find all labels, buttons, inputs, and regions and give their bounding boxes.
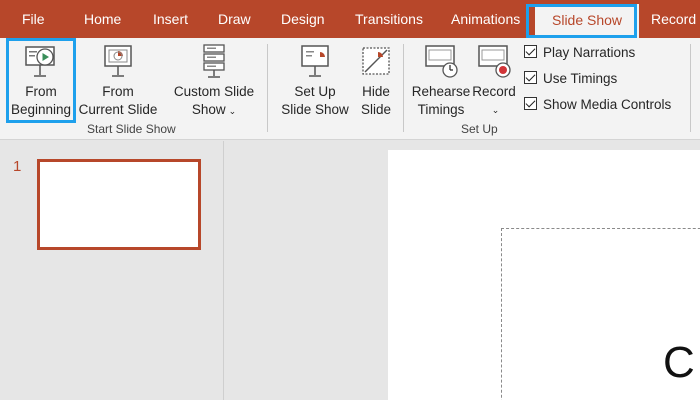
set-up-slide-show-icon bbox=[301, 45, 329, 77]
use-timings-checkbox[interactable]: Use Timings bbox=[524, 71, 617, 91]
chevron-down-icon[interactable]: ⌄ bbox=[475, 101, 516, 119]
slide-thumbnail[interactable] bbox=[37, 159, 201, 250]
presentation-play-icon bbox=[25, 46, 55, 77]
hide-slide-icon bbox=[362, 47, 390, 75]
from-current-label-1: From bbox=[102, 84, 134, 99]
tab-record[interactable]: Record bbox=[651, 0, 696, 38]
checkbox-checked-icon[interactable] bbox=[524, 45, 537, 58]
ribbon-panel: From Beginning From Current Slide Custom… bbox=[0, 38, 700, 140]
set-up-label-1: Set Up bbox=[294, 84, 336, 99]
slide-thumbnails-pane: 1 bbox=[0, 141, 224, 400]
rehearse-timings-button[interactable]: Rehearse Timings bbox=[410, 38, 472, 122]
record-icon bbox=[478, 45, 511, 78]
from-current-label-2: Current Slide bbox=[78, 102, 158, 117]
tab-design[interactable]: Design bbox=[281, 0, 325, 38]
hide-slide-label-2: Slide bbox=[360, 102, 392, 117]
button-separator bbox=[403, 44, 404, 132]
custom-slide-show-label-text: Show bbox=[191, 102, 226, 117]
tab-transitions[interactable]: Transitions bbox=[355, 0, 423, 38]
ribbon-tab-bar: File Home Insert Draw Design Transitions… bbox=[0, 0, 700, 38]
hide-slide-label-1: Hide bbox=[362, 84, 390, 99]
use-timings-label: Use Timings bbox=[543, 71, 618, 86]
tab-file[interactable]: File bbox=[22, 0, 45, 38]
slide-number: 1 bbox=[13, 158, 22, 175]
tab-insert[interactable]: Insert bbox=[153, 0, 188, 38]
rehearse-timings-icon bbox=[425, 45, 458, 78]
set-up-slide-show-button[interactable]: Set Up Slide Show bbox=[279, 38, 351, 122]
group-separator bbox=[690, 44, 691, 132]
rehearse-label-1: Rehearse bbox=[411, 84, 471, 99]
group-label-start-slide-show: Start Slide Show bbox=[87, 122, 176, 136]
group-label-set-up: Set Up bbox=[461, 122, 498, 136]
tab-slide-show[interactable]: Slide Show bbox=[535, 4, 640, 38]
custom-slide-show-icon bbox=[203, 44, 225, 78]
slide-canvas[interactable]: C bbox=[388, 150, 700, 400]
play-narrations-checkbox[interactable]: Play Narrations bbox=[524, 45, 635, 65]
chevron-down-icon: ⌄ bbox=[228, 106, 237, 116]
show-media-controls-label: Show Media Controls bbox=[543, 97, 672, 112]
from-beginning-label-2: Beginning bbox=[10, 102, 72, 117]
checkbox-checked-icon[interactable] bbox=[524, 97, 537, 110]
hide-slide-button[interactable]: Hide Slide bbox=[355, 38, 397, 122]
from-beginning-button[interactable]: From Beginning bbox=[8, 38, 74, 122]
presentation-current-slide-icon bbox=[104, 45, 132, 77]
custom-slide-show-label-1: Custom Slide bbox=[173, 84, 255, 99]
rehearse-label-2: Timings bbox=[417, 102, 465, 117]
tab-draw[interactable]: Draw bbox=[218, 0, 251, 38]
placeholder-text: C bbox=[663, 338, 695, 387]
play-narrations-label: Play Narrations bbox=[543, 45, 636, 60]
record-button[interactable]: Record ⌄ bbox=[472, 38, 516, 122]
record-label: Record bbox=[472, 84, 516, 99]
checkbox-checked-icon[interactable] bbox=[524, 71, 537, 84]
from-beginning-label-1: From bbox=[25, 84, 57, 99]
group-separator bbox=[267, 44, 268, 132]
tab-home[interactable]: Home bbox=[84, 0, 121, 38]
custom-slide-show-label-2: Show ⌄ bbox=[168, 101, 260, 120]
from-current-slide-button[interactable]: From Current Slide bbox=[77, 38, 159, 122]
custom-slide-show-button[interactable]: Custom Slide Show ⌄ bbox=[168, 38, 260, 122]
tab-animations[interactable]: Animations bbox=[451, 0, 520, 38]
show-media-controls-checkbox[interactable]: Show Media Controls bbox=[524, 97, 671, 117]
set-up-label-2: Slide Show bbox=[281, 102, 349, 117]
